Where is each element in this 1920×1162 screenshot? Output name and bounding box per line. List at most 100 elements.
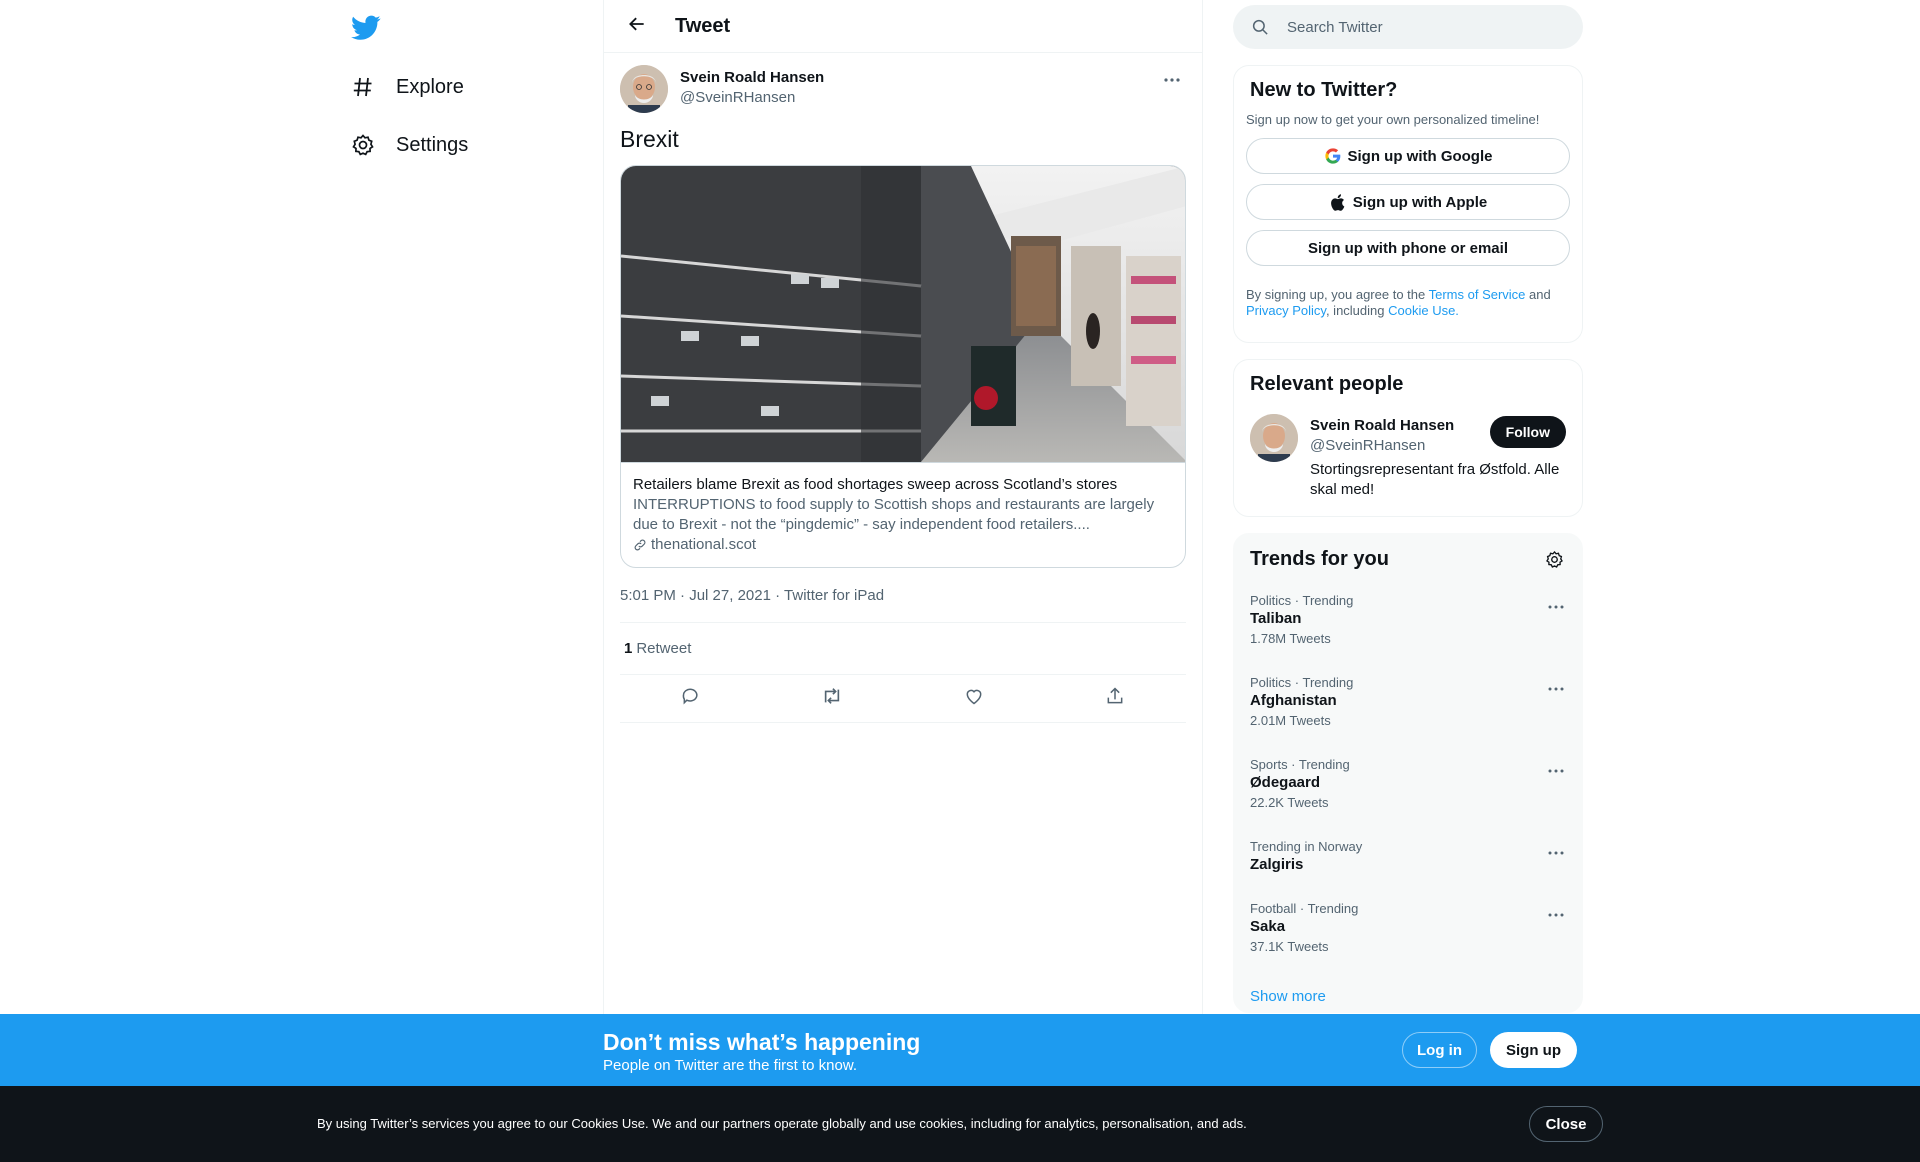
cookie-close-button[interactable]: Close <box>1529 1106 1603 1142</box>
prompt-title: Don’t miss what’s happening <box>603 1029 921 1055</box>
trend-item[interactable]: Politics · Trending Afghanistan 2.01M Tw… <box>1234 675 1582 729</box>
signup-apple-label: Sign up with Apple <box>1352 193 1488 211</box>
page-header: Tweet <box>604 0 1202 53</box>
trend-more-button[interactable] <box>1544 759 1568 779</box>
person-item[interactable]: Svein Roald Hansen @SveinRHansen Stortin… <box>1250 414 1566 500</box>
more-dots-icon <box>1548 678 1564 696</box>
author-names: Svein Roald Hansen @SveinRHansen <box>680 68 824 108</box>
signup-button[interactable]: Sign up <box>1490 1032 1577 1068</box>
relevant-people-panel: Relevant people Svein Roald Hansen @Svei… <box>1233 359 1583 517</box>
trend-item[interactable]: Sports · Trending Ødegaard 22.2K Tweets <box>1234 757 1582 811</box>
terms-link[interactable]: Terms of Service <box>1429 287 1526 302</box>
tweet-more-button[interactable] <box>1158 65 1186 93</box>
apple-icon <box>1329 193 1347 211</box>
card-domain-text: thenational.scot <box>651 536 757 553</box>
trend-count: 1.78M Tweets <box>1250 631 1331 646</box>
tweet-timestamp: 5:01 PM · Jul 27, 2021 · Twitter for iPa… <box>620 586 1186 623</box>
show-more-link[interactable]: Show more <box>1234 988 1342 1005</box>
like-button[interactable] <box>957 682 991 716</box>
link-card[interactable]: Retailers blame Brexit as food shortages… <box>620 165 1186 568</box>
card-image <box>621 166 1185 462</box>
panel-title: New to Twitter? <box>1250 79 1398 101</box>
card-domain: thenational.scot <box>633 535 1173 555</box>
more-dots-icon <box>1548 904 1564 922</box>
card-title: Retailers blame Brexit as food shortages… <box>633 476 1118 493</box>
trend-count: 22.2K Tweets <box>1250 795 1329 810</box>
tweet-stats[interactable]: 1 Retweet <box>620 623 1186 675</box>
signup-google-button[interactable]: Sign up with Google <box>1246 138 1570 174</box>
panel-title: Trends for you <box>1250 547 1389 570</box>
panel-subtitle: Sign up now to get your own personalized… <box>1246 112 1540 127</box>
login-button[interactable]: Log in <box>1402 1032 1477 1068</box>
nav-item-label: Settings <box>396 133 469 156</box>
more-dots-icon <box>1163 70 1181 88</box>
arrow-left-icon <box>627 14 647 39</box>
search-icon <box>1251 17 1271 37</box>
search-box[interactable] <box>1233 5 1583 49</box>
trend-more-button[interactable] <box>1544 903 1568 923</box>
twitter-bird-icon[interactable] <box>350 12 382 44</box>
signup-apple-button[interactable]: Sign up with Apple <box>1246 184 1570 220</box>
nav-item-settings[interactable]: Settings <box>350 121 468 169</box>
cookie-link[interactable]: Cookie Use. <box>1388 303 1459 318</box>
signup-google-label: Sign up with Google <box>1347 147 1493 165</box>
hashtag-icon <box>350 74 376 100</box>
trend-count: 37.1K Tweets <box>1250 939 1329 954</box>
more-dots-icon <box>1548 842 1564 860</box>
trend-context: Football · Trending <box>1250 901 1359 916</box>
trends-panel: Trends for you Politics · Trending Talib… <box>1233 533 1583 1013</box>
follow-button[interactable]: Follow <box>1489 416 1566 448</box>
trend-more-button[interactable] <box>1544 677 1568 697</box>
trend-name: Taliban <box>1250 610 1302 627</box>
signup-phone-label: Sign up with phone or email <box>1307 239 1508 257</box>
tweet-source[interactable]: Twitter for iPad <box>784 587 884 604</box>
author-name[interactable]: Svein Roald Hansen <box>680 68 824 88</box>
legal-text: By signing up, you agree to the Terms of… <box>1246 287 1551 318</box>
signup-phone-button[interactable]: Sign up with phone or email <box>1246 230 1570 266</box>
tweet-time[interactable]: 5:01 PM <box>620 587 676 604</box>
trend-item[interactable]: Trending in Norway Zalgiris <box>1234 839 1582 875</box>
tweet-date[interactable]: Jul 27, 2021 <box>689 587 771 604</box>
tweet-text: Brexit <box>620 126 679 152</box>
page-title: Tweet <box>675 14 731 37</box>
cookie-text: By using Twitter’s services you agree to… <box>317 1116 1247 1131</box>
tweet-author: Svein Roald Hansen @SveinRHansen <box>620 65 1186 113</box>
share-button[interactable] <box>1098 682 1132 716</box>
trend-context: Politics · Trending <box>1250 675 1354 690</box>
reply-button[interactable] <box>674 682 708 716</box>
more-dots-icon <box>1548 596 1564 614</box>
search-input[interactable] <box>1287 18 1547 36</box>
cookie-banner: By using Twitter’s services you agree to… <box>0 1086 1920 1162</box>
back-button[interactable] <box>619 8 655 44</box>
trend-context: Sports · Trending <box>1250 757 1350 772</box>
google-icon <box>1324 147 1342 165</box>
tweet: Svein Roald Hansen @SveinRHansen Brexit <box>604 53 1202 723</box>
trend-item[interactable]: Politics · Trending Taliban 1.78M Tweets <box>1234 593 1582 647</box>
nav-item-label: Explore <box>396 75 464 98</box>
trend-context: Trending in Norway <box>1250 839 1363 854</box>
avatar[interactable] <box>1250 414 1298 462</box>
gear-icon <box>350 132 376 158</box>
more-dots-icon <box>1548 760 1564 778</box>
avatar[interactable] <box>620 65 668 113</box>
trends-header: Trends for you <box>1234 534 1582 584</box>
signup-prompt-bar: Don’t miss what’s happening People on Tw… <box>0 1014 1920 1086</box>
trend-more-button[interactable] <box>1544 841 1568 861</box>
main-column: Tweet Svein Roald Hansen @SveinRHansen B… <box>603 0 1203 1162</box>
trend-name: Saka <box>1250 918 1286 935</box>
link-icon <box>633 537 649 553</box>
nav-item-explore[interactable]: Explore <box>350 63 464 111</box>
trend-name: Afghanistan <box>1250 692 1337 709</box>
privacy-link[interactable]: Privacy Policy <box>1246 303 1326 318</box>
new-to-twitter-panel: New to Twitter? Sign up now to get your … <box>1233 65 1583 343</box>
gear-icon[interactable] <box>1542 547 1566 571</box>
share-icon <box>1105 686 1125 711</box>
card-description: INTERRUPTIONS to food supply to Scottish… <box>633 496 1155 533</box>
author-handle[interactable]: @SveinRHansen <box>680 88 824 108</box>
trend-item[interactable]: Football · Trending Saka 37.1K Tweets <box>1234 901 1582 955</box>
tweet-actions <box>620 675 1186 723</box>
trend-more-button[interactable] <box>1544 595 1568 615</box>
card-body: Retailers blame Brexit as food shortages… <box>621 462 1185 567</box>
retweet-button[interactable] <box>815 682 849 716</box>
retweet-count: 1 <box>624 640 633 657</box>
